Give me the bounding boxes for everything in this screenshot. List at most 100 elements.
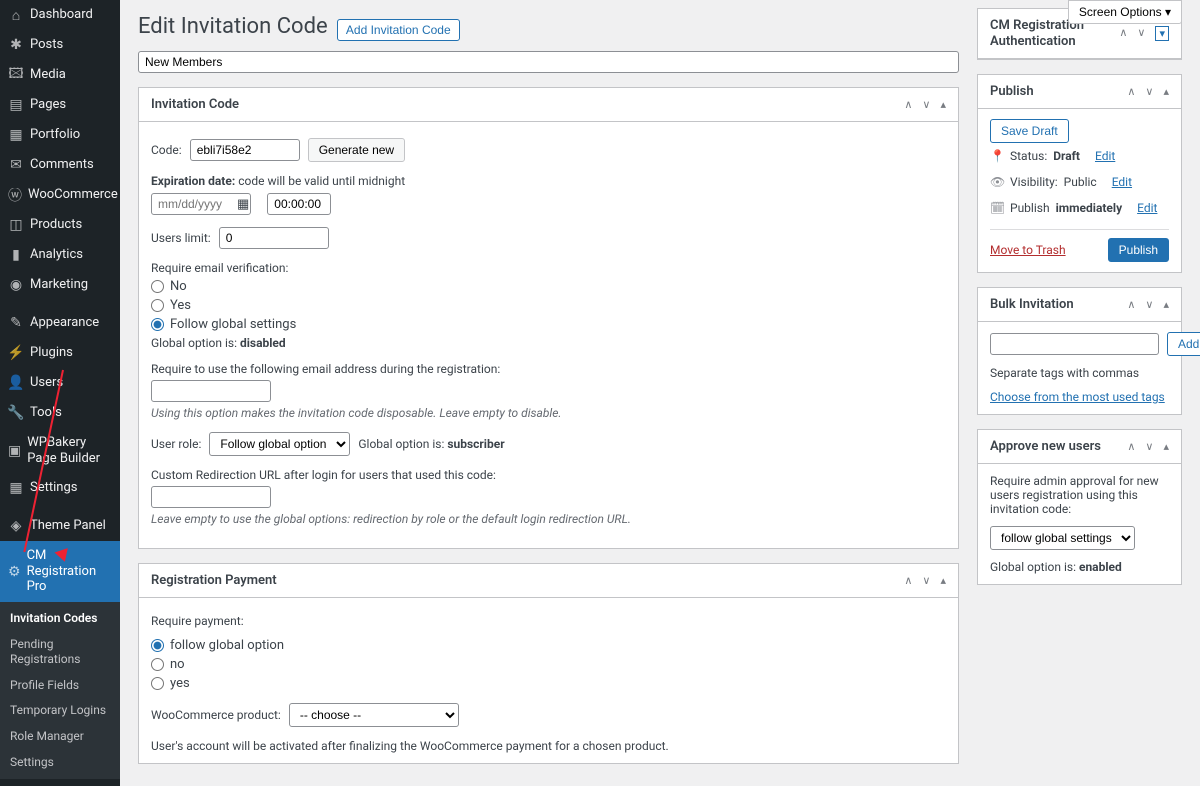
user-role-select[interactable]: Follow global option xyxy=(209,432,350,456)
sub-temp-logins[interactable]: Temporary Logins xyxy=(0,698,120,724)
toggle-icon[interactable]: ▴ xyxy=(940,574,946,587)
edit-status-link[interactable]: Edit xyxy=(1095,149,1115,163)
nav-pages[interactable]: ▤Pages xyxy=(0,90,120,120)
eye-icon: 👁 xyxy=(990,175,1004,189)
nav-dashboard[interactable]: ⌂Dashboard xyxy=(0,0,120,30)
nav-posts[interactable]: ✱Posts xyxy=(0,30,120,60)
require-email-input[interactable] xyxy=(151,380,271,402)
redirect-label: Custom Redirection URL after login for u… xyxy=(151,468,946,482)
move-down-icon[interactable]: ∨ xyxy=(1145,440,1153,453)
nav-settings[interactable]: ▦Settings xyxy=(0,473,120,503)
post-title-input[interactable] xyxy=(138,51,959,73)
expiration-hint: code will be valid until midnight xyxy=(238,174,405,188)
bulk-tag-input[interactable] xyxy=(990,333,1159,355)
woo-product-label: WooCommerce product: xyxy=(151,708,281,722)
users-limit-input[interactable] xyxy=(219,227,329,249)
nav-tools[interactable]: 🔧Tools xyxy=(0,398,120,428)
nav-portfolio[interactable]: ▦Portfolio xyxy=(0,120,120,150)
media-icon: 🖾 xyxy=(8,67,24,83)
redirect-url-input[interactable] xyxy=(151,486,271,508)
tools-icon: 🔧 xyxy=(8,405,24,421)
move-up-icon[interactable]: ∧ xyxy=(1127,298,1135,311)
nav-analytics[interactable]: ▮Analytics xyxy=(0,240,120,270)
woo-hint: User's account will be activated after f… xyxy=(151,739,946,753)
generate-new-button[interactable]: Generate new xyxy=(308,138,405,162)
expiration-label: Expiration date: xyxy=(151,174,235,188)
pay-global-radio[interactable] xyxy=(151,639,164,652)
pay-yes-radio[interactable] xyxy=(151,677,164,690)
visibility-label: Visibility: xyxy=(1010,175,1058,189)
add-invitation-button[interactable]: Add Invitation Code xyxy=(337,19,460,41)
nav-media[interactable]: 🖾Media xyxy=(0,60,120,90)
approve-desc: Require admin approval for new users reg… xyxy=(990,474,1169,516)
approve-global-text: Global option is: xyxy=(990,560,1079,574)
calendar-icon: 🗓 xyxy=(990,201,1004,215)
nav-products[interactable]: ◫Products xyxy=(0,210,120,240)
sub-settings[interactable]: Settings xyxy=(0,750,120,776)
publish-label: Publish xyxy=(1010,201,1050,215)
toggle-icon[interactable]: ▴ xyxy=(1163,298,1169,311)
move-up-icon[interactable]: ∧ xyxy=(1119,26,1127,41)
page-title: Edit Invitation Code xyxy=(138,14,328,39)
toggle-icon[interactable]: ▾ xyxy=(1155,26,1169,41)
rev-yes-radio[interactable] xyxy=(151,299,164,312)
nav-cm-registration[interactable]: ⚙CM Registration Pro xyxy=(0,541,120,602)
move-up-icon[interactable]: ∧ xyxy=(1127,85,1135,98)
edit-visibility-link[interactable]: Edit xyxy=(1112,175,1132,189)
edit-publish-link[interactable]: Edit xyxy=(1137,201,1157,215)
move-down-icon[interactable]: ∨ xyxy=(1145,85,1153,98)
approve-box-title: Approve new users xyxy=(990,439,1101,454)
pay-no-label: no xyxy=(170,657,185,672)
publish-button[interactable]: Publish xyxy=(1108,238,1169,262)
nav-wpbakery[interactable]: ▣WPBakery Page Builder xyxy=(0,428,120,473)
nav-woocommerce[interactable]: ⓦWooCommerce xyxy=(0,180,120,210)
nav-users[interactable]: 👤Users xyxy=(0,368,120,398)
move-down-icon[interactable]: ∨ xyxy=(1137,26,1145,41)
toggle-icon[interactable]: ▴ xyxy=(1163,85,1169,98)
bulk-invitation-box: Bulk Invitation ∧∨▴ Add Separate tags wi… xyxy=(977,287,1182,415)
move-down-icon[interactable]: ∨ xyxy=(922,98,930,111)
code-input[interactable] xyxy=(190,139,300,161)
nav-marketing[interactable]: ◉Marketing xyxy=(0,270,120,300)
sub-invitation-codes[interactable]: Invitation Codes xyxy=(0,606,120,632)
bulk-add-button[interactable]: Add xyxy=(1167,332,1200,356)
marketing-icon: ◉ xyxy=(8,277,24,293)
toggle-icon[interactable]: ▴ xyxy=(940,98,946,111)
approve-select[interactable]: follow global settings xyxy=(990,526,1135,550)
woo-icon: ⓦ xyxy=(8,187,22,203)
choose-tags-link[interactable]: Choose from the most used tags xyxy=(990,390,1165,404)
move-down-icon[interactable]: ∨ xyxy=(922,574,930,587)
toggle-icon[interactable]: ▴ xyxy=(1163,440,1169,453)
portfolio-icon: ▦ xyxy=(8,127,24,143)
wpbakery-icon: ▣ xyxy=(8,443,21,459)
publish-box-title: Publish xyxy=(990,84,1034,99)
sub-role-manager[interactable]: Role Manager xyxy=(0,724,120,750)
rev-no-radio[interactable] xyxy=(151,280,164,293)
move-up-icon[interactable]: ∧ xyxy=(904,98,912,111)
expiration-date-input[interactable] xyxy=(151,193,251,215)
screen-options-button[interactable]: Screen Options ▾ xyxy=(1068,0,1182,24)
main-column: Edit Invitation Code Add Invitation Code… xyxy=(138,8,959,778)
nav-theme-panel[interactable]: ◈Theme Panel xyxy=(0,511,120,541)
submenu: Invitation Codes Pending Registrations P… xyxy=(0,602,120,779)
move-up-icon[interactable]: ∧ xyxy=(904,574,912,587)
sub-profile-fields[interactable]: Profile Fields xyxy=(0,673,120,699)
nav-comments[interactable]: ✉Comments xyxy=(0,150,120,180)
expiration-time-input[interactable] xyxy=(267,193,331,215)
status-label: Status: xyxy=(1010,149,1047,163)
nav-appearance[interactable]: ✎Appearance xyxy=(0,308,120,338)
save-draft-button[interactable]: Save Draft xyxy=(990,119,1069,143)
rev-global-radio[interactable] xyxy=(151,318,164,331)
invitation-code-box: Invitation Code ∧∨▴ Code: Generate new E… xyxy=(138,87,959,549)
woo-product-select[interactable]: -- choose -- xyxy=(289,703,459,727)
move-up-icon[interactable]: ∧ xyxy=(1127,440,1135,453)
sub-pending[interactable]: Pending Registrations xyxy=(0,632,120,673)
theme-icon: ◈ xyxy=(8,518,24,534)
calendar-icon[interactable]: ▦ xyxy=(237,197,249,212)
side-column: CM Registration Authentication ∧∨▾ Publi… xyxy=(977,8,1182,778)
move-to-trash-link[interactable]: Move to Trash xyxy=(990,243,1066,257)
nav-plugins[interactable]: ⚡Plugins xyxy=(0,338,120,368)
move-down-icon[interactable]: ∨ xyxy=(1145,298,1153,311)
pay-no-radio[interactable] xyxy=(151,658,164,671)
require-payment-label: Require payment: xyxy=(151,614,946,628)
